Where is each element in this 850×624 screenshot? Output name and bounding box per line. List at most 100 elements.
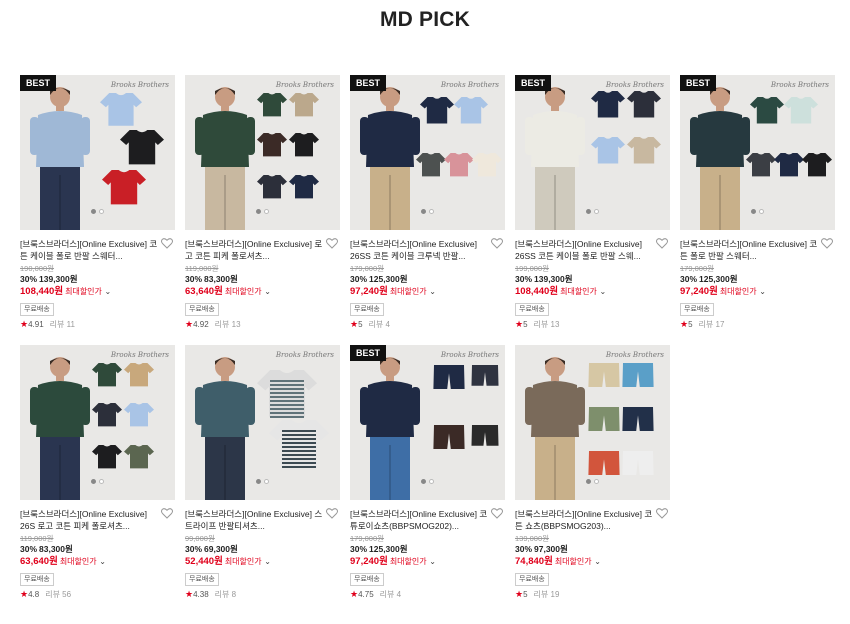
pagination-dot[interactable] xyxy=(264,209,269,214)
product-card[interactable]: BEST Brooks Brothers [브룩스브라더스][Online Ex… xyxy=(20,75,175,330)
original-price: 179,000원 xyxy=(350,534,385,543)
max-price-value: 108,440 xyxy=(20,286,55,297)
max-discount-price[interactable]: 63,640원 최대할인가 ⌄ xyxy=(20,555,175,568)
product-image[interactable]: BEST Brooks Brothers xyxy=(350,345,505,500)
heart-icon[interactable] xyxy=(326,508,338,519)
brand-signature: Brooks Brothers xyxy=(605,351,664,359)
brand-signature: Brooks Brothers xyxy=(110,351,169,359)
pagination-dot[interactable] xyxy=(586,209,591,214)
heart-icon[interactable] xyxy=(161,238,173,249)
product-name[interactable]: [브룩스브라더스][Online Exclusive] 스트라이프 반팔티셔츠.… xyxy=(185,508,325,532)
chevron-down-icon[interactable]: ⌄ xyxy=(264,557,271,566)
heart-icon[interactable] xyxy=(821,238,833,249)
pagination-dot[interactable] xyxy=(99,209,104,214)
section-title: MD PICK xyxy=(379,8,471,31)
image-pagination[interactable] xyxy=(751,209,764,214)
max-discount-price[interactable]: 108,440원 최대할인가 ⌄ xyxy=(20,285,175,298)
rating-value: 5 xyxy=(358,320,363,329)
product-name[interactable]: [브룩스브라더스][Online Exclusive] 로고 코튼 피케 폴로셔… xyxy=(185,238,325,262)
image-pagination[interactable] xyxy=(256,479,269,484)
heart-icon[interactable] xyxy=(326,238,338,249)
product-name[interactable]: [브룩스브라더스][Online Exclusive] 26SS 코튼 케이블 … xyxy=(350,238,490,262)
heart-icon[interactable] xyxy=(161,508,173,519)
max-discount-price[interactable]: 74,840원 최대할인가 ⌄ xyxy=(515,555,670,568)
product-image[interactable]: Brooks Brothers xyxy=(20,345,175,500)
product-name[interactable]: [브룩스브라더스][Online Exclusive] 코튼 케이블 폴로 반팔… xyxy=(20,238,160,262)
max-discount-price[interactable]: 108,440원 최대할인가 ⌄ xyxy=(515,285,670,298)
chevron-down-icon[interactable]: ⌄ xyxy=(600,287,607,296)
review-label: 리뷰 xyxy=(698,320,714,329)
pagination-dot[interactable] xyxy=(256,209,261,214)
chevron-down-icon[interactable]: ⌄ xyxy=(594,557,601,566)
pagination-dot[interactable] xyxy=(759,209,764,214)
chevron-down-icon[interactable]: ⌄ xyxy=(759,287,766,296)
chevron-down-icon[interactable]: ⌄ xyxy=(429,557,436,566)
heart-icon[interactable] xyxy=(656,508,668,519)
original-price: 179,000원 xyxy=(350,264,385,273)
product-image[interactable]: BEST Brooks Brothers xyxy=(350,75,505,230)
product-name[interactable]: [브룩스브라더스][Online Exclusive] 코튼 쇼츠(BBPSMO… xyxy=(515,508,655,532)
free-shipping-badge: 무료배송 xyxy=(350,303,384,316)
review-label: 리뷰 xyxy=(533,320,549,329)
product-image[interactable]: BEST Brooks Brothers xyxy=(680,75,835,230)
product-card[interactable]: BEST Brooks Brothers [브룩스브라더스][Online Ex… xyxy=(680,75,835,330)
image-pagination[interactable] xyxy=(256,209,269,214)
chevron-down-icon[interactable]: ⌄ xyxy=(429,287,436,296)
pagination-dot[interactable] xyxy=(256,479,261,484)
pagination-dot[interactable] xyxy=(91,209,96,214)
chevron-down-icon[interactable]: ⌄ xyxy=(264,287,271,296)
max-discount-price[interactable]: 97,240원 최대할인가 ⌄ xyxy=(350,555,505,568)
pagination-dot[interactable] xyxy=(429,209,434,214)
product-name[interactable]: [브룩스브라더스][Online Exclusive] 26SS 코튼 케이블 … xyxy=(515,238,655,262)
product-card[interactable]: Brooks Brothers [브룩스브라더스][Online Exclusi… xyxy=(185,75,340,330)
product-name[interactable]: [브룩스브라더스][Online Exclusive] 26S 로고 코튼 피케… xyxy=(20,508,160,532)
pagination-dot[interactable] xyxy=(421,479,426,484)
product-image[interactable]: BEST Brooks Brothers xyxy=(515,75,670,230)
max-discount-price[interactable]: 52,440원 최대할인가 ⌄ xyxy=(185,555,340,568)
rating-row: ★4.91 리뷰 11 xyxy=(20,319,175,330)
pagination-dot[interactable] xyxy=(594,209,599,214)
discount-price-row: 30% 83,300원 xyxy=(20,544,175,555)
pagination-dot[interactable] xyxy=(429,479,434,484)
chevron-down-icon[interactable]: ⌄ xyxy=(105,287,112,296)
pagination-dot[interactable] xyxy=(594,479,599,484)
product-image[interactable]: Brooks Brothers xyxy=(185,345,340,500)
image-pagination[interactable] xyxy=(91,209,104,214)
rating-value: 5 xyxy=(688,320,693,329)
product-card[interactable]: BEST Brooks Brothers [브룩스브라더스][Online Ex… xyxy=(350,75,505,330)
pagination-dot[interactable] xyxy=(586,479,591,484)
pagination-dot[interactable] xyxy=(264,479,269,484)
max-discount-price[interactable]: 97,240원 최대할인가 ⌄ xyxy=(680,285,835,298)
pagination-dot[interactable] xyxy=(421,209,426,214)
heart-icon[interactable] xyxy=(491,508,503,519)
rating-value: 5 xyxy=(523,320,528,329)
discount-price-row: 30% 69,300원 xyxy=(185,544,340,555)
product-image[interactable]: BEST Brooks Brothers xyxy=(20,75,175,230)
chevron-down-icon[interactable]: ⌄ xyxy=(99,557,106,566)
discount-price: 97,300원 xyxy=(534,544,568,554)
product-card[interactable]: Brooks Brothers [브룩스브라더스][Online Exclusi… xyxy=(20,345,175,600)
image-pagination[interactable] xyxy=(421,209,434,214)
image-pagination[interactable] xyxy=(586,209,599,214)
heart-icon[interactable] xyxy=(656,238,668,249)
image-pagination[interactable] xyxy=(421,479,434,484)
product-card[interactable]: Brooks Brothers [브룩스브라더스][Online Exclusi… xyxy=(185,345,340,600)
product-card[interactable]: Brooks Brothers [브룩스브라더스][Online Exclusi… xyxy=(515,345,670,600)
image-pagination[interactable] xyxy=(91,479,104,484)
max-discount-price[interactable]: 63,640원 최대할인가 ⌄ xyxy=(185,285,340,298)
max-discount-label: 최대할인가 xyxy=(224,287,262,296)
product-name[interactable]: [브룩스브라더스][Online Exclusive] 코튼 폴로 반팔 스웨터… xyxy=(680,238,820,262)
currency-label: 원 xyxy=(379,286,388,297)
image-pagination[interactable] xyxy=(586,479,599,484)
pagination-dot[interactable] xyxy=(99,479,104,484)
product-name[interactable]: [브룩스브라더스][Online Exclusive] 코튜로이쇼츠(BBPSM… xyxy=(350,508,490,532)
review-count: 17 xyxy=(715,320,725,329)
heart-icon[interactable] xyxy=(491,238,503,249)
max-discount-price[interactable]: 97,240원 최대할인가 ⌄ xyxy=(350,285,505,298)
product-card[interactable]: BEST Brooks Brothers [브룩스브라더스][Online Ex… xyxy=(515,75,670,330)
pagination-dot[interactable] xyxy=(751,209,756,214)
product-image[interactable]: Brooks Brothers xyxy=(515,345,670,500)
product-image[interactable]: Brooks Brothers xyxy=(185,75,340,230)
product-card[interactable]: BEST Brooks Brothers [브룩스브라더스][Online Ex… xyxy=(350,345,505,600)
pagination-dot[interactable] xyxy=(91,479,96,484)
